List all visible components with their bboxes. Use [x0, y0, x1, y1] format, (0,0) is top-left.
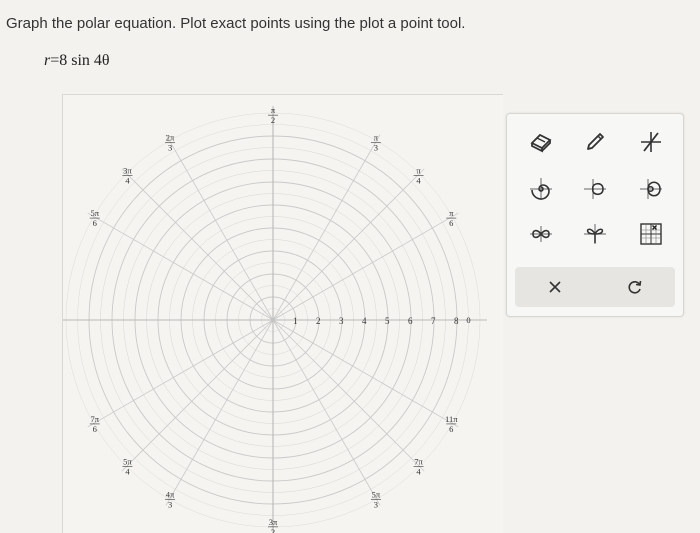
- grid-ray-6: [121, 168, 274, 321]
- grid-ray-13: [272, 319, 381, 506]
- polar-grid[interactable]: 123456780π6π4π3π22π33π45π6π7π65π44π33π25…: [63, 95, 503, 533]
- grid-ray-2: [272, 168, 425, 321]
- radial-tick-label: 8: [454, 316, 459, 326]
- rose-tool[interactable]: [575, 214, 615, 254]
- radial-tick-label: 1: [293, 316, 298, 326]
- angle-label-numerator: 7π: [414, 457, 423, 467]
- angle-label: 3π4: [122, 165, 133, 185]
- angle-label-numerator: π: [449, 208, 454, 218]
- line-tool[interactable]: [631, 122, 671, 162]
- line-cross-icon: [641, 132, 661, 152]
- angle-label-numerator: 5π: [372, 489, 381, 499]
- angle-label: 4π3: [165, 489, 176, 509]
- radial-tick-label: 2: [316, 316, 321, 326]
- angle-label-numerator: π: [416, 165, 421, 175]
- grid-ray-14: [272, 319, 425, 472]
- angle-label-numerator: 7π: [90, 414, 99, 424]
- grid-ray-5: [165, 134, 274, 321]
- angle-label-numerator: 5π: [123, 457, 132, 467]
- radial-tick-label: 5: [385, 316, 390, 326]
- angle-label-numerator: π: [374, 133, 379, 143]
- grid-ray-15: [272, 319, 459, 428]
- grid-ray-9: [87, 319, 274, 428]
- pencil-tool[interactable]: [575, 122, 615, 162]
- angle-label: 5π3: [370, 489, 381, 509]
- radial-tick-label: 6: [408, 316, 413, 326]
- plot-point-icon: [640, 223, 662, 245]
- angle-label: π6: [446, 208, 457, 228]
- spiral-icon: [530, 178, 552, 200]
- grid-ray-10: [121, 319, 274, 472]
- radial-tick-label: 7: [431, 316, 436, 326]
- pencil-icon: [587, 133, 604, 150]
- angle-label-denominator: 4: [125, 175, 130, 185]
- angle-label-denominator: 4: [416, 467, 421, 477]
- angle-label-denominator: 2: [271, 527, 275, 533]
- grid-ray-3: [272, 134, 381, 321]
- angle-label-denominator: 3: [374, 499, 378, 509]
- spiral-tool[interactable]: [521, 169, 561, 209]
- cardioid-tool[interactable]: [575, 169, 615, 209]
- tool-palette: [506, 113, 684, 317]
- grid-ray-1: [272, 212, 459, 321]
- angle-label: 2π3: [165, 133, 176, 153]
- angle-label: 7π4: [413, 457, 424, 477]
- angle-label-numerator: 3π: [123, 165, 132, 175]
- angle-label: 5π4: [122, 457, 133, 477]
- cardioid-icon: [584, 179, 606, 199]
- angle-label-numerator: 0: [466, 315, 470, 325]
- angle-label-denominator: 4: [125, 467, 130, 477]
- question-instruction: Graph the polar equation. Plot exact poi…: [6, 15, 466, 32]
- radial-tick-label: 4: [362, 316, 367, 326]
- undo-icon: [628, 280, 642, 294]
- angle-label-numerator: 11π: [445, 414, 458, 424]
- undo-button[interactable]: [595, 267, 675, 307]
- angle-label: π2: [268, 105, 278, 125]
- angle-label-denominator: 6: [93, 218, 97, 228]
- limacon-tool[interactable]: [631, 169, 671, 209]
- angle-label-numerator: 5π: [90, 208, 99, 218]
- angle-label-denominator: 6: [449, 424, 453, 434]
- angle-label-numerator: 2π: [166, 133, 175, 143]
- angle-label-denominator: 6: [93, 424, 97, 434]
- eraser-tool[interactable]: [521, 122, 561, 162]
- angle-label-denominator: 6: [449, 218, 453, 228]
- angle-label: 5π6: [89, 208, 100, 228]
- close-icon: [549, 281, 561, 293]
- angle-label-denominator: 2: [271, 115, 275, 125]
- angle-label-denominator: 3: [168, 499, 172, 509]
- angle-label: 11π6: [445, 414, 458, 434]
- angle-label-denominator: 3: [168, 143, 172, 153]
- angle-label-denominator: 4: [416, 175, 421, 185]
- angle-label-numerator: π: [271, 105, 276, 115]
- clear-button[interactable]: [515, 267, 595, 307]
- angle-label-numerator: 4π: [166, 489, 175, 499]
- angle-label: 3π2: [268, 517, 278, 533]
- limacon-icon: [640, 179, 662, 199]
- grid-ray-11: [165, 319, 274, 506]
- action-bar: [515, 267, 675, 307]
- equation-rhs: =8 sin 4θ: [50, 52, 110, 69]
- grid-ray-7: [87, 212, 274, 321]
- angle-label: π4: [413, 165, 424, 185]
- angle-label-denominator: 3: [374, 143, 378, 153]
- point-tool[interactable]: [631, 214, 671, 254]
- angle-label: 0: [466, 315, 470, 325]
- polar-equation: r=8 sin 4θ: [44, 52, 110, 70]
- lemniscate-tool[interactable]: [521, 214, 561, 254]
- radial-tick-label: 3: [339, 316, 344, 326]
- angle-label-numerator: 3π: [269, 517, 278, 527]
- rose-icon: [584, 224, 606, 244]
- polar-graph-panel[interactable]: 123456780π6π4π3π22π33π45π6π7π65π44π33π25…: [62, 94, 503, 533]
- eraser-icon: [530, 133, 552, 153]
- lemniscate-icon: [530, 226, 552, 242]
